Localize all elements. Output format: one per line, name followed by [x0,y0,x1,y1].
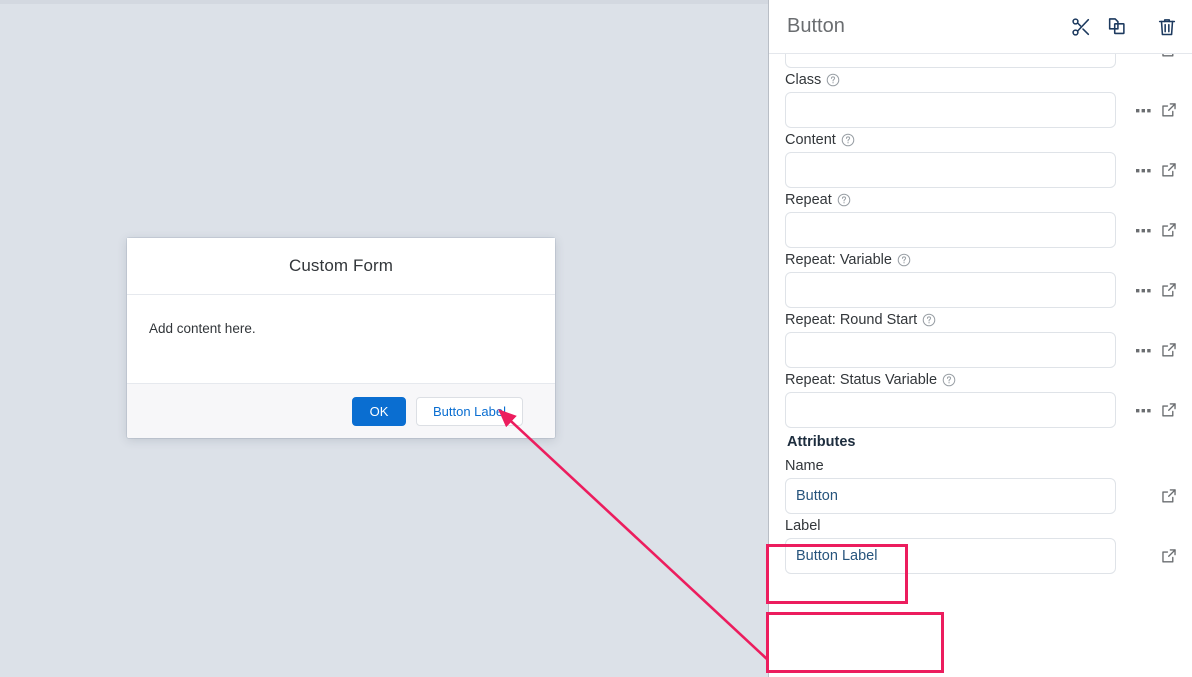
field-name: Name [769,454,1192,514]
input-class[interactable] [785,92,1116,128]
field-row [785,152,1178,188]
properties-panel: Button [768,0,1192,677]
open-external-icon[interactable] [1160,487,1178,505]
input-untitled-0[interactable] [785,54,1116,68]
canvas-top-strip [0,0,768,4]
field-row [785,92,1178,128]
field-action-icons [1116,281,1178,299]
button-label-button[interactable]: Button Label [416,397,523,426]
open-external-icon[interactable] [1160,341,1178,359]
open-external-icon[interactable] [1160,547,1178,565]
more-options-icon[interactable] [1136,286,1153,294]
copy-icon[interactable] [1106,16,1128,38]
open-external-icon[interactable] [1160,401,1178,419]
field-row [785,54,1178,68]
field-action-icons [1116,341,1178,359]
field-label-text: Label [785,517,820,535]
help-icon[interactable] [841,133,855,147]
field-action-icons [1116,101,1178,119]
open-external-icon[interactable] [1160,101,1178,119]
custom-form-dialog[interactable]: Custom Form Add content here. OK Button … [127,238,555,438]
input-repeat-status-variable[interactable] [785,392,1116,428]
help-icon[interactable] [897,253,911,267]
attributes-section-title: Attributes [769,428,1192,454]
input-name[interactable] [785,478,1116,514]
help-icon[interactable] [837,193,851,207]
field-label: Name [785,454,1178,478]
field-row [785,332,1178,368]
dialog-footer: OK Button Label [127,384,555,438]
field-repeat-round-start: Repeat: Round Start [769,308,1192,368]
field-row [785,272,1178,308]
open-external-icon[interactable] [1160,281,1178,299]
field-label: Repeat: Status Variable [785,368,1178,392]
cut-icon[interactable] [1070,16,1092,38]
open-external-icon[interactable] [1160,54,1178,59]
field-action-icons [1116,547,1178,565]
input-repeat-round-start[interactable] [785,332,1116,368]
app-root: Custom Form Add content here. OK Button … [0,0,1192,677]
ok-button[interactable]: OK [352,397,406,426]
field-class: Class [769,68,1192,128]
field-action-icons [1116,161,1178,179]
field-label: Content [785,128,1178,152]
form-design-canvas[interactable]: Custom Form Add content here. OK Button … [0,0,768,677]
field-row [785,212,1178,248]
field-row [785,538,1178,574]
panel-header-actions [1070,16,1178,38]
field-row [785,392,1178,428]
open-external-icon[interactable] [1160,161,1178,179]
more-options-icon[interactable] [1136,226,1153,234]
open-external-icon[interactable] [1160,221,1178,239]
field-label-text: Repeat: Variable [785,251,892,269]
field-label: Repeat: Variable [785,248,1178,272]
field-label-text: Repeat [785,191,832,209]
input-content[interactable] [785,152,1116,188]
field-content: Content [769,128,1192,188]
field-repeat: Repeat [769,188,1192,248]
input-label[interactable] [785,538,1116,574]
more-options-icon[interactable] [1136,166,1153,174]
trash-icon[interactable] [1156,16,1178,38]
panel-header: Button [769,0,1192,54]
help-icon[interactable] [826,73,840,87]
more-options-icon[interactable] [1136,106,1153,114]
input-repeat[interactable] [785,212,1116,248]
help-icon[interactable] [922,313,936,327]
dialog-header: Custom Form [127,238,555,295]
panel-fields-container: Class Content Repeat Repeat: Variable Repeat… [769,54,1192,574]
field-action-icons [1116,401,1178,419]
field-label: Class [785,68,1178,92]
field-label-text: Content [785,131,836,149]
dialog-title: Custom Form [289,256,393,276]
more-options-icon[interactable] [1136,406,1153,414]
panel-scroll-area[interactable]: Class Content Repeat Repeat: Variable Repeat… [769,54,1192,677]
panel-title: Button [787,15,1070,38]
field-action-icons [1116,487,1178,505]
more-options-icon[interactable] [1136,346,1153,354]
field-row [785,478,1178,514]
help-icon[interactable] [942,373,956,387]
input-repeat-variable[interactable] [785,272,1116,308]
field-label: Label [785,514,1178,538]
field-repeat-variable: Repeat: Variable [769,248,1192,308]
field-label-text: Class [785,71,821,89]
field-label-text: Repeat: Status Variable [785,371,937,389]
field-label: Repeat [785,188,1178,212]
field-label: Repeat: Round Start [785,308,1178,332]
field-action-icons [1116,54,1178,59]
field-label-text: Repeat: Round Start [785,311,917,329]
field-label: Label [769,514,1192,574]
dialog-body[interactable]: Add content here. [127,295,555,384]
field-action-icons [1116,221,1178,239]
dialog-body-text: Add content here. [149,321,533,336]
field-untitled-0 [769,54,1192,68]
field-repeat-status-variable: Repeat: Status Variable [769,368,1192,428]
field-label-text: Name [785,457,824,475]
